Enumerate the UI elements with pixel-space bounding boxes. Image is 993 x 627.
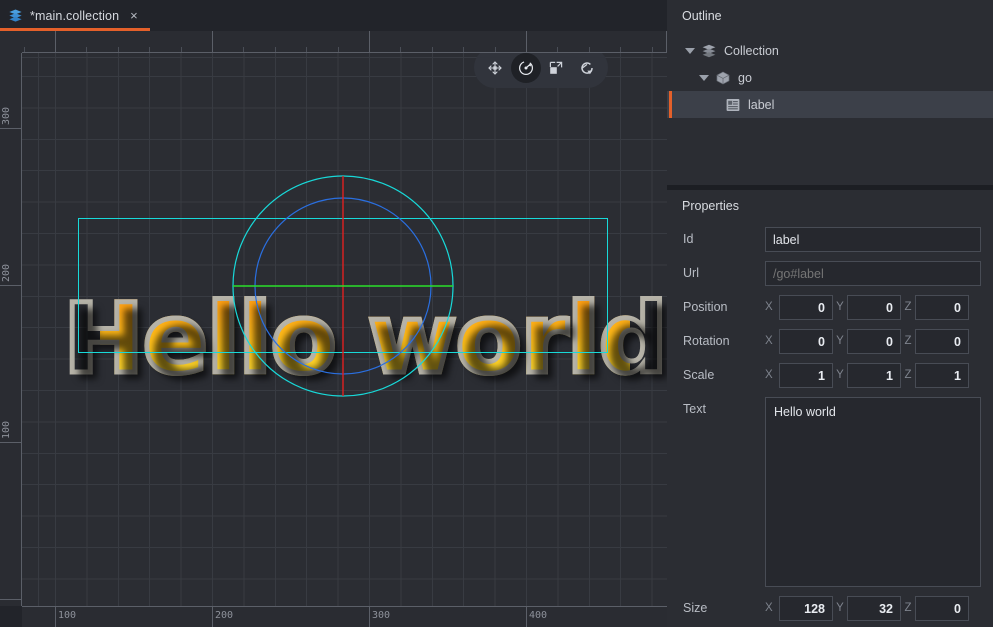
- url-input[interactable]: [765, 261, 981, 286]
- rotation-y-input[interactable]: [847, 329, 901, 354]
- move-tool-button[interactable]: [480, 53, 510, 83]
- axis-z-label: Z: [901, 596, 915, 621]
- size-x-input[interactable]: [779, 596, 833, 621]
- property-row-size: Size X Y Z: [683, 596, 981, 621]
- scale-label: Scale: [683, 363, 765, 388]
- axis-y-label: Y: [833, 363, 847, 388]
- axis-y-label: Y: [833, 329, 847, 354]
- position-x-input[interactable]: [779, 295, 833, 320]
- chevron-down-icon[interactable]: [685, 48, 695, 54]
- outline-item-collection[interactable]: Collection: [667, 37, 993, 64]
- scale-z-input[interactable]: [915, 363, 969, 388]
- outline-item-label: Collection: [724, 44, 779, 58]
- label-icon: [725, 98, 741, 112]
- property-row-text: Text: [683, 397, 981, 587]
- axis-x-label: X: [765, 295, 779, 320]
- properties-panel: Properties Id Url Position X Y: [667, 190, 993, 627]
- ruler-h-label: 100: [55, 610, 76, 621]
- ruler-left: 300 200 100: [0, 53, 22, 606]
- defold-editor-window: *main.collection ×: [0, 0, 993, 627]
- axis-y-label: Y: [833, 596, 847, 621]
- close-icon[interactable]: ×: [128, 7, 140, 24]
- url-label: Url: [683, 261, 765, 286]
- outline-panel: Outline Collection: [667, 0, 993, 185]
- viewport-toolbar: [474, 53, 608, 88]
- id-input[interactable]: [765, 227, 981, 252]
- axis-x-label: X: [765, 596, 779, 621]
- size-vector: X Y Z: [765, 596, 981, 621]
- ruler-corner: [0, 31, 22, 53]
- scale-vector: X Y Z: [765, 363, 981, 388]
- scale-tool-button[interactable]: [541, 53, 571, 83]
- collection-icon: [701, 44, 717, 58]
- reset-view-icon: [578, 59, 596, 77]
- selection-bounding-box: [78, 218, 608, 353]
- properties-title: Properties: [667, 190, 993, 213]
- property-row-url: Url: [683, 261, 981, 286]
- size-label: Size: [683, 596, 765, 621]
- rotation-z-input[interactable]: [915, 329, 969, 354]
- axis-z-label: Z: [901, 329, 915, 354]
- tab-label: *main.collection: [30, 9, 119, 23]
- text-textarea[interactable]: [765, 397, 981, 587]
- scale-y-input[interactable]: [847, 363, 901, 388]
- ruler-h-label: 400: [526, 610, 547, 621]
- outline-item-go[interactable]: go: [667, 64, 993, 91]
- property-row-id: Id: [683, 227, 981, 252]
- rotate-icon: [517, 59, 535, 77]
- tab-bar: *main.collection ×: [0, 0, 667, 31]
- axis-z-label: Z: [901, 363, 915, 388]
- axis-y-label: Y: [833, 295, 847, 320]
- right-panel: Outline Collection: [667, 0, 993, 627]
- game-object-icon: [715, 71, 731, 85]
- scene-viewport[interactable]: Hello world: [22, 53, 667, 606]
- property-row-rotation: Rotation X Y Z: [683, 329, 981, 354]
- ruler-v-label: 300: [1, 107, 12, 125]
- size-z-input[interactable]: [915, 596, 969, 621]
- size-y-input[interactable]: [847, 596, 901, 621]
- rotate-tool-button[interactable]: [511, 53, 541, 83]
- id-label: Id: [683, 227, 765, 252]
- ruler-v-label: 100: [1, 421, 12, 439]
- position-y-input[interactable]: [847, 295, 901, 320]
- text-label: Text: [683, 397, 765, 422]
- outline-tree: Collection go: [667, 37, 993, 118]
- rotation-vector: X Y Z: [765, 329, 981, 354]
- ruler-bottom: 100 200 300 400: [22, 606, 667, 627]
- axis-x-label: X: [765, 329, 779, 354]
- ruler-v-label: 200: [1, 264, 12, 282]
- axis-z-label: Z: [901, 295, 915, 320]
- collection-icon: [8, 9, 23, 22]
- rotation-label: Rotation: [683, 329, 765, 354]
- property-row-scale: Scale X Y Z: [683, 363, 981, 388]
- tab-main-collection[interactable]: *main.collection ×: [0, 0, 150, 31]
- editor-area: *main.collection ×: [0, 0, 667, 627]
- ruler-top: [22, 31, 667, 53]
- axis-x-label: X: [765, 363, 779, 388]
- ruler-h-label: 300: [369, 610, 390, 621]
- position-label: Position: [683, 295, 765, 320]
- scale-x-input[interactable]: [779, 363, 833, 388]
- outline-item-label: label: [748, 98, 774, 112]
- position-z-input[interactable]: [915, 295, 969, 320]
- chevron-down-icon[interactable]: [699, 75, 709, 81]
- reset-view-button[interactable]: [572, 53, 602, 83]
- position-vector: X Y Z: [765, 295, 981, 320]
- outline-title: Outline: [667, 0, 993, 23]
- ruler-h-label: 200: [212, 610, 233, 621]
- outline-item-label: go: [738, 71, 752, 85]
- rotation-x-input[interactable]: [779, 329, 833, 354]
- outline-item-label[interactable]: label: [667, 91, 993, 118]
- scale-icon: [547, 59, 565, 77]
- property-row-position: Position X Y Z: [683, 295, 981, 320]
- move-icon: [486, 59, 504, 77]
